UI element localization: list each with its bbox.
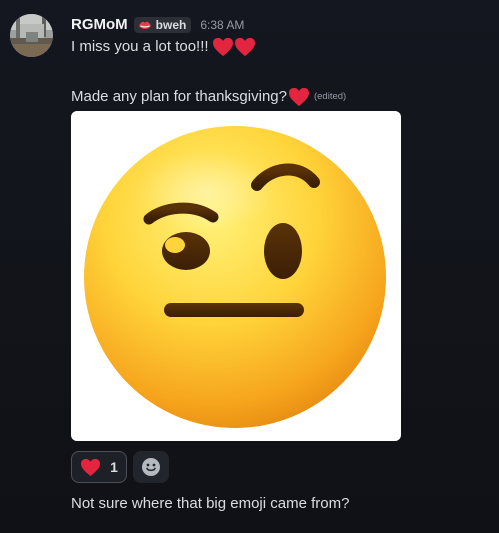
red-heart-icon [288,87,309,107]
face-with-raised-eyebrow-emoji-icon [84,126,386,428]
red-heart-icon [81,458,101,476]
message-text: I miss you a lot too!!! [71,38,209,55]
add-reaction-button[interactable] [133,451,169,483]
followup-message: Not sure where that big emoji came from? [71,493,349,515]
edited-label: (edited) [313,91,347,102]
server-tag[interactable]: bweh [133,17,192,33]
reaction-heart-button[interactable]: 1 [71,451,127,483]
reaction-count: 1 [110,459,118,475]
message-header: RGMoM bweh 6:38 AM [71,15,244,35]
red-heart-icon [212,37,233,57]
smiley-icon [142,458,160,476]
message-text: Made any plan for thanksgiving? [71,88,287,105]
username[interactable]: RGMoM [71,15,128,35]
server-tag-label: bweh [155,18,187,32]
message-line-2: Made any plan for thanksgiving? (edited) [71,86,346,108]
red-heart-icon [234,37,255,57]
timestamp[interactable]: 6:38 AM [200,17,244,33]
heart-emojis [212,37,256,57]
message-image[interactable] [71,111,401,441]
avatar[interactable] [10,14,53,57]
chat-area: RGMoM bweh 6:38 AM I miss you a lot too!… [0,0,499,533]
avatar-image [10,14,53,57]
message-text: Not sure where that big emoji came from? [71,495,350,512]
lips-icon [138,21,151,29]
message-line-1: I miss you a lot too!!! [71,36,256,58]
